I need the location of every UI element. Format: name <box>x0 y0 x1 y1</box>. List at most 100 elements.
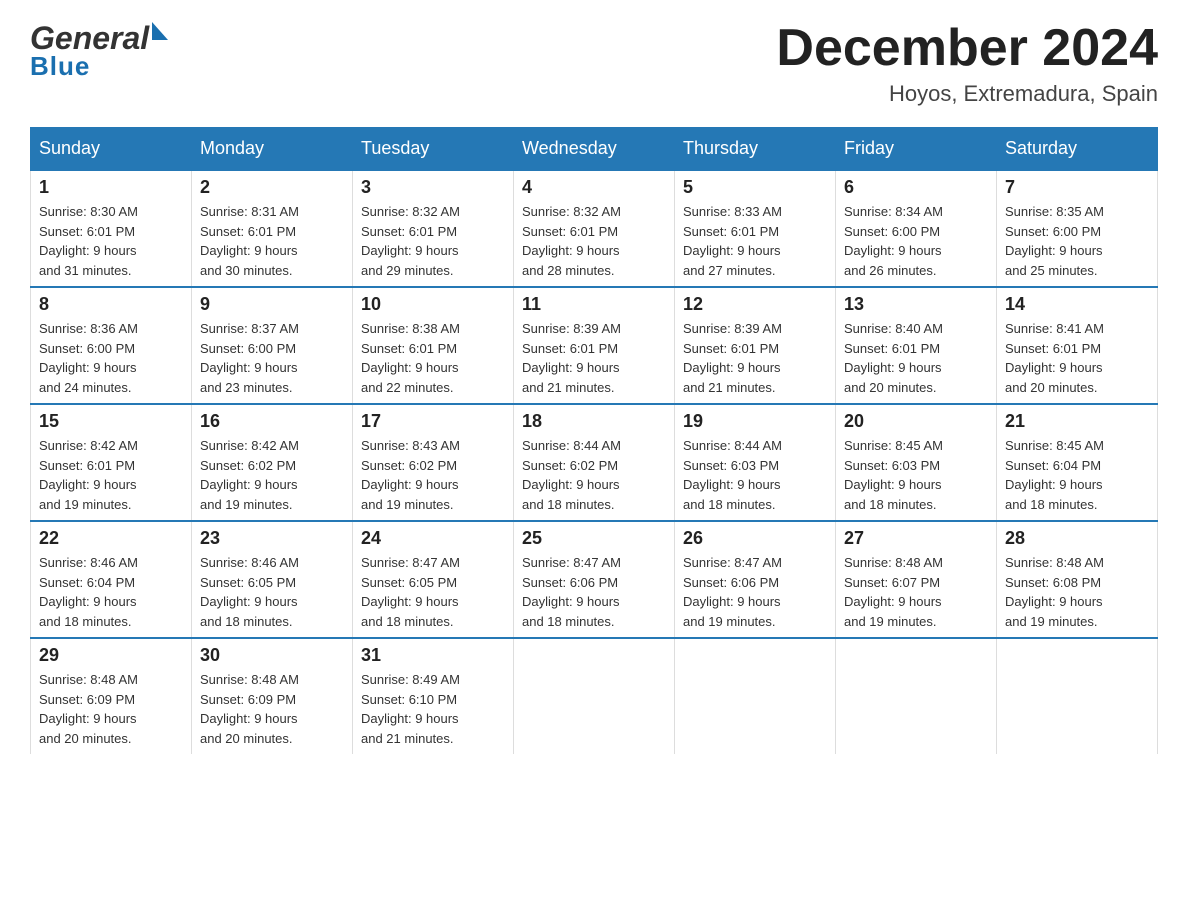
day-info: Sunrise: 8:48 AM Sunset: 6:09 PM Dayligh… <box>200 670 344 748</box>
calendar-cell <box>514 638 675 754</box>
day-info: Sunrise: 8:41 AM Sunset: 6:01 PM Dayligh… <box>1005 319 1149 397</box>
day-info: Sunrise: 8:37 AM Sunset: 6:00 PM Dayligh… <box>200 319 344 397</box>
calendar-cell: 26 Sunrise: 8:47 AM Sunset: 6:06 PM Dayli… <box>675 521 836 638</box>
day-info: Sunrise: 8:32 AM Sunset: 6:01 PM Dayligh… <box>361 202 505 280</box>
day-number: 7 <box>1005 177 1149 198</box>
day-number: 23 <box>200 528 344 549</box>
calendar-cell: 5 Sunrise: 8:33 AM Sunset: 6:01 PM Daylig… <box>675 170 836 287</box>
day-number: 29 <box>39 645 183 666</box>
calendar-cell: 25 Sunrise: 8:47 AM Sunset: 6:06 PM Dayli… <box>514 521 675 638</box>
day-info: Sunrise: 8:49 AM Sunset: 6:10 PM Dayligh… <box>361 670 505 748</box>
logo: General Blue <box>30 20 168 82</box>
day-info: Sunrise: 8:45 AM Sunset: 6:04 PM Dayligh… <box>1005 436 1149 514</box>
day-info: Sunrise: 8:48 AM Sunset: 6:07 PM Dayligh… <box>844 553 988 631</box>
day-number: 10 <box>361 294 505 315</box>
calendar-cell: 28 Sunrise: 8:48 AM Sunset: 6:08 PM Dayli… <box>997 521 1158 638</box>
day-number: 9 <box>200 294 344 315</box>
day-number: 6 <box>844 177 988 198</box>
calendar-header-friday: Friday <box>836 128 997 171</box>
day-info: Sunrise: 8:44 AM Sunset: 6:03 PM Dayligh… <box>683 436 827 514</box>
day-number: 4 <box>522 177 666 198</box>
calendar-header-thursday: Thursday <box>675 128 836 171</box>
day-info: Sunrise: 8:33 AM Sunset: 6:01 PM Dayligh… <box>683 202 827 280</box>
calendar-cell: 27 Sunrise: 8:48 AM Sunset: 6:07 PM Dayli… <box>836 521 997 638</box>
calendar-cell: 3 Sunrise: 8:32 AM Sunset: 6:01 PM Daylig… <box>353 170 514 287</box>
calendar-cell <box>997 638 1158 754</box>
day-info: Sunrise: 8:47 AM Sunset: 6:06 PM Dayligh… <box>522 553 666 631</box>
day-number: 24 <box>361 528 505 549</box>
calendar-header-monday: Monday <box>192 128 353 171</box>
day-number: 21 <box>1005 411 1149 432</box>
day-info: Sunrise: 8:46 AM Sunset: 6:04 PM Dayligh… <box>39 553 183 631</box>
day-info: Sunrise: 8:45 AM Sunset: 6:03 PM Dayligh… <box>844 436 988 514</box>
title-area: December 2024 Hoyos, Extremadura, Spain <box>776 20 1158 107</box>
day-number: 14 <box>1005 294 1149 315</box>
day-info: Sunrise: 8:39 AM Sunset: 6:01 PM Dayligh… <box>683 319 827 397</box>
day-number: 25 <box>522 528 666 549</box>
calendar-cell: 14 Sunrise: 8:41 AM Sunset: 6:01 PM Dayli… <box>997 287 1158 404</box>
day-number: 2 <box>200 177 344 198</box>
day-info: Sunrise: 8:43 AM Sunset: 6:02 PM Dayligh… <box>361 436 505 514</box>
calendar-cell: 10 Sunrise: 8:38 AM Sunset: 6:01 PM Dayli… <box>353 287 514 404</box>
calendar-week-3: 15Sunrise: 8:42 AM Sunset: 6:01 PM Dayli… <box>31 404 1158 521</box>
day-number: 11 <box>522 294 666 315</box>
day-info: Sunrise: 8:48 AM Sunset: 6:08 PM Dayligh… <box>1005 553 1149 631</box>
day-info: Sunrise: 8:40 AM Sunset: 6:01 PM Dayligh… <box>844 319 988 397</box>
logo-triangle-icon <box>152 22 168 40</box>
calendar-cell: 31 Sunrise: 8:49 AM Sunset: 6:10 PM Dayli… <box>353 638 514 754</box>
day-number: 13 <box>844 294 988 315</box>
day-info: Sunrise: 8:48 AM Sunset: 6:09 PM Dayligh… <box>39 670 183 748</box>
day-number: 28 <box>1005 528 1149 549</box>
day-info: Sunrise: 8:38 AM Sunset: 6:01 PM Dayligh… <box>361 319 505 397</box>
calendar-cell: 16Sunrise: 8:42 AM Sunset: 6:02 PM Dayli… <box>192 404 353 521</box>
calendar-cell: 7Sunrise: 8:35 AM Sunset: 6:00 PM Daylig… <box>997 170 1158 287</box>
day-number: 26 <box>683 528 827 549</box>
location-title: Hoyos, Extremadura, Spain <box>776 81 1158 107</box>
calendar-cell: 13 Sunrise: 8:40 AM Sunset: 6:01 PM Dayli… <box>836 287 997 404</box>
day-number: 3 <box>361 177 505 198</box>
header: General Blue December 2024 Hoyos, Extrem… <box>30 20 1158 107</box>
calendar-cell: 19 Sunrise: 8:44 AM Sunset: 6:03 PM Dayli… <box>675 404 836 521</box>
calendar-week-1: 1Sunrise: 8:30 AM Sunset: 6:01 PM Daylig… <box>31 170 1158 287</box>
calendar-cell: 2Sunrise: 8:31 AM Sunset: 6:01 PM Daylig… <box>192 170 353 287</box>
calendar-cell: 18 Sunrise: 8:44 AM Sunset: 6:02 PM Dayli… <box>514 404 675 521</box>
calendar-cell: 30 Sunrise: 8:48 AM Sunset: 6:09 PM Dayli… <box>192 638 353 754</box>
day-info: Sunrise: 8:46 AM Sunset: 6:05 PM Dayligh… <box>200 553 344 631</box>
day-number: 20 <box>844 411 988 432</box>
calendar-header-sunday: Sunday <box>31 128 192 171</box>
calendar-cell: 29 Sunrise: 8:48 AM Sunset: 6:09 PM Dayli… <box>31 638 192 754</box>
day-number: 19 <box>683 411 827 432</box>
calendar-cell: 12 Sunrise: 8:39 AM Sunset: 6:01 PM Dayli… <box>675 287 836 404</box>
day-info: Sunrise: 8:47 AM Sunset: 6:06 PM Dayligh… <box>683 553 827 631</box>
calendar-cell <box>675 638 836 754</box>
calendar-header: SundayMondayTuesdayWednesdayThursdayFrid… <box>31 128 1158 171</box>
day-number: 31 <box>361 645 505 666</box>
day-number: 15 <box>39 411 183 432</box>
day-info: Sunrise: 8:42 AM Sunset: 6:02 PM Dayligh… <box>200 436 344 514</box>
day-number: 1 <box>39 177 183 198</box>
calendar-cell: 4 Sunrise: 8:32 AM Sunset: 6:01 PM Daylig… <box>514 170 675 287</box>
day-info: Sunrise: 8:39 AM Sunset: 6:01 PM Dayligh… <box>522 319 666 397</box>
calendar-cell: 23 Sunrise: 8:46 AM Sunset: 6:05 PM Dayli… <box>192 521 353 638</box>
day-number: 30 <box>200 645 344 666</box>
day-number: 12 <box>683 294 827 315</box>
calendar-week-4: 22Sunrise: 8:46 AM Sunset: 6:04 PM Dayli… <box>31 521 1158 638</box>
calendar-header-saturday: Saturday <box>997 128 1158 171</box>
calendar-header-wednesday: Wednesday <box>514 128 675 171</box>
calendar-cell: 1Sunrise: 8:30 AM Sunset: 6:01 PM Daylig… <box>31 170 192 287</box>
calendar-cell: 6Sunrise: 8:34 AM Sunset: 6:00 PM Daylig… <box>836 170 997 287</box>
day-number: 5 <box>683 177 827 198</box>
day-info: Sunrise: 8:36 AM Sunset: 6:00 PM Dayligh… <box>39 319 183 397</box>
day-number: 27 <box>844 528 988 549</box>
calendar-header-tuesday: Tuesday <box>353 128 514 171</box>
calendar-week-5: 29 Sunrise: 8:48 AM Sunset: 6:09 PM Dayli… <box>31 638 1158 754</box>
calendar-cell <box>836 638 997 754</box>
month-title: December 2024 <box>776 20 1158 77</box>
day-info: Sunrise: 8:44 AM Sunset: 6:02 PM Dayligh… <box>522 436 666 514</box>
calendar-cell: 11 Sunrise: 8:39 AM Sunset: 6:01 PM Dayli… <box>514 287 675 404</box>
calendar-cell: 24Sunrise: 8:47 AM Sunset: 6:05 PM Dayli… <box>353 521 514 638</box>
calendar-week-2: 8Sunrise: 8:36 AM Sunset: 6:00 PM Daylig… <box>31 287 1158 404</box>
day-info: Sunrise: 8:32 AM Sunset: 6:01 PM Dayligh… <box>522 202 666 280</box>
day-number: 18 <box>522 411 666 432</box>
day-number: 17 <box>361 411 505 432</box>
